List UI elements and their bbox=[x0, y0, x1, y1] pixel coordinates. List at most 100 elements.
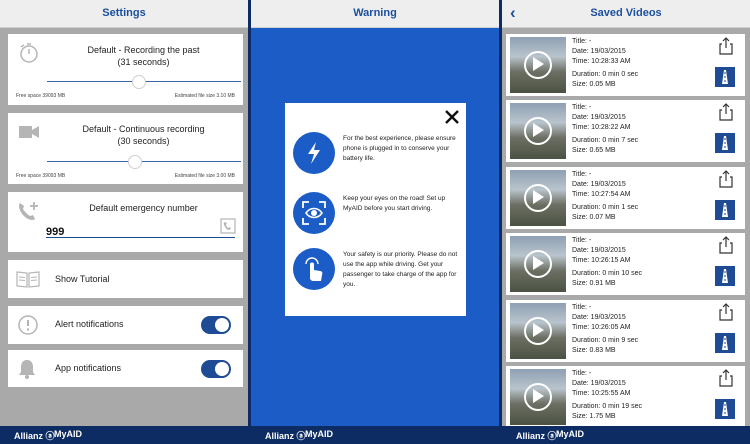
tutorial-label: Show Tutorial bbox=[55, 274, 110, 284]
video-date: Date: 19/03/2015 bbox=[572, 48, 626, 55]
allianz-road-icon[interactable] bbox=[715, 266, 735, 286]
allianz-road-icon[interactable] bbox=[715, 333, 735, 353]
myaid-label: MyAID bbox=[54, 429, 83, 439]
alert-notifications-row: Alert notifications bbox=[8, 306, 243, 344]
video-size: Size: 1.75 MB bbox=[572, 413, 616, 420]
video-title: Title: - bbox=[572, 171, 592, 178]
video-thumbnail[interactable] bbox=[510, 103, 566, 159]
video-date: Date: 19/03/2015 bbox=[572, 314, 626, 321]
tutorial-row[interactable]: Show Tutorial bbox=[8, 260, 243, 298]
saved-videos-panel: ‹ Saved Videos Title: - Date: 19/03/2015 T… bbox=[502, 0, 750, 444]
warning-title: Warning bbox=[353, 7, 397, 19]
share-icon[interactable] bbox=[719, 170, 733, 188]
video-title: Title: - bbox=[572, 304, 592, 311]
video-item[interactable]: Title: - Date: 19/03/2015 Time: 10:25:55 A… bbox=[506, 366, 745, 428]
video-thumbnail[interactable] bbox=[510, 170, 566, 226]
app-notifications-label: App notifications bbox=[55, 363, 122, 373]
warning-eyes-text: Keep your eyes on the road! Set up MyAID… bbox=[343, 195, 446, 212]
recording-past-sub: (31 seconds) bbox=[117, 57, 170, 67]
recording-past-title: Default - Recording the past bbox=[87, 45, 200, 55]
video-item[interactable]: Title: - Date: 19/03/2015 Time: 10:27:54 A… bbox=[506, 167, 745, 229]
emergency-card: Default emergency number 999 bbox=[8, 192, 243, 252]
app-notifications-row: App notifications bbox=[8, 350, 243, 387]
video-item[interactable]: Title: - Date: 19/03/2015 Time: 10:28:22 A… bbox=[506, 100, 745, 162]
app-notifications-toggle[interactable] bbox=[201, 360, 231, 378]
book-icon bbox=[16, 271, 40, 288]
video-item[interactable]: Title: - Date: 19/03/2015 Time: 10:26:05 A… bbox=[506, 300, 745, 362]
video-duration: Duration: 0 min 10 sec bbox=[572, 270, 643, 277]
alert-notifications-toggle[interactable] bbox=[201, 316, 231, 334]
settings-header: Settings bbox=[0, 0, 248, 28]
contacts-icon[interactable] bbox=[220, 218, 236, 234]
video-thumbnail[interactable] bbox=[510, 236, 566, 292]
videos-title: Saved Videos bbox=[590, 7, 662, 19]
video-date: Date: 19/03/2015 bbox=[572, 181, 626, 188]
video-thumbnail[interactable] bbox=[510, 303, 566, 359]
allianz-road-icon[interactable] bbox=[715, 399, 735, 419]
video-title: Title: - bbox=[572, 38, 592, 45]
file-size-label: Estimated file size 3.10 MB bbox=[174, 93, 235, 99]
warning-panel: Warning For the best experience, please … bbox=[251, 0, 499, 444]
warning-safety-text: Your safety is our priority. Please do n… bbox=[343, 251, 458, 288]
file-size-label: Estimated file size 3.00 MB bbox=[174, 173, 235, 179]
allianz-road-icon[interactable] bbox=[715, 133, 735, 153]
share-icon[interactable] bbox=[719, 236, 733, 254]
video-duration: Duration: 0 min 19 sec bbox=[572, 403, 643, 410]
recording-past-card: Default - Recording the past (31 seconds… bbox=[8, 34, 243, 105]
free-space-label: Free space 39093 MB bbox=[16, 93, 66, 99]
lightning-icon bbox=[308, 142, 320, 164]
share-icon[interactable] bbox=[719, 369, 733, 387]
video-size: Size: 0.07 MB bbox=[572, 214, 616, 221]
continuous-title: Default - Continuous recording bbox=[82, 124, 205, 134]
video-date: Date: 19/03/2015 bbox=[572, 380, 626, 387]
continuous-slider[interactable] bbox=[47, 155, 241, 169]
continuous-sub: (30 seconds) bbox=[117, 136, 170, 146]
recording-past-slider[interactable] bbox=[47, 75, 241, 89]
alert-notifications-label: Alert notifications bbox=[55, 319, 124, 329]
warning-header: Warning bbox=[251, 0, 499, 28]
allianz-logo: Allianz ⓐ bbox=[516, 431, 557, 441]
video-title: Title: - bbox=[572, 104, 592, 111]
video-size: Size: 0.65 MB bbox=[572, 147, 616, 154]
continuous-card: Default - Continuous recording (30 secon… bbox=[8, 113, 243, 184]
video-item[interactable]: Title: - Date: 19/03/2015 Time: 10:28:33 A… bbox=[506, 34, 745, 96]
share-icon[interactable] bbox=[719, 103, 733, 121]
video-camera-icon bbox=[19, 126, 39, 138]
touch-badge bbox=[293, 248, 335, 290]
allianz-road-icon[interactable] bbox=[715, 200, 735, 220]
video-time: Time: 10:26:15 AM bbox=[572, 257, 631, 264]
allianz-logo: Allianz ⓐ bbox=[265, 431, 306, 441]
eye-icon bbox=[302, 201, 326, 225]
video-duration: Duration: 0 min 7 sec bbox=[572, 137, 639, 144]
stopwatch-icon bbox=[20, 43, 38, 63]
emergency-number-value: 999 bbox=[46, 226, 65, 238]
warning-dialog: For the best experience, please ensure p… bbox=[285, 103, 466, 316]
allianz-road-icon[interactable] bbox=[715, 67, 735, 87]
video-date: Date: 19/03/2015 bbox=[572, 114, 626, 121]
footer: Allianz ⓐ MyAID bbox=[251, 426, 499, 444]
close-icon[interactable] bbox=[444, 109, 460, 125]
emergency-number-input[interactable]: 999 bbox=[46, 222, 235, 238]
settings-panel: Settings Default - Recording the past (3… bbox=[0, 0, 248, 444]
video-time: Time: 10:28:33 AM bbox=[572, 58, 631, 65]
warning-battery-text: For the best experience, please ensure p… bbox=[343, 135, 456, 162]
video-item[interactable]: Title: - Date: 19/03/2015 Time: 10:26:15 A… bbox=[506, 233, 745, 295]
slider-thumb[interactable] bbox=[128, 155, 143, 169]
settings-title: Settings bbox=[102, 7, 146, 19]
video-date: Date: 19/03/2015 bbox=[572, 247, 626, 254]
video-title: Title: - bbox=[572, 370, 592, 377]
video-thumbnail[interactable] bbox=[510, 369, 566, 425]
video-duration: Duration: 0 min 0 sec bbox=[572, 71, 639, 78]
video-title: Title: - bbox=[572, 237, 592, 244]
free-space-label: Free space 39093 MB bbox=[16, 173, 66, 179]
myaid-label: MyAID bbox=[305, 429, 334, 439]
video-duration: Duration: 0 min 9 sec bbox=[572, 337, 639, 344]
video-thumbnail[interactable] bbox=[510, 37, 566, 93]
share-icon[interactable] bbox=[719, 37, 733, 55]
video-time: Time: 10:26:05 AM bbox=[572, 324, 631, 331]
allianz-logo: Allianz ⓐ bbox=[14, 431, 55, 441]
share-icon[interactable] bbox=[719, 303, 733, 321]
slider-thumb[interactable] bbox=[132, 75, 147, 89]
footer: Allianz ⓐ MyAID bbox=[502, 426, 750, 444]
phone-add-icon bbox=[19, 202, 38, 220]
